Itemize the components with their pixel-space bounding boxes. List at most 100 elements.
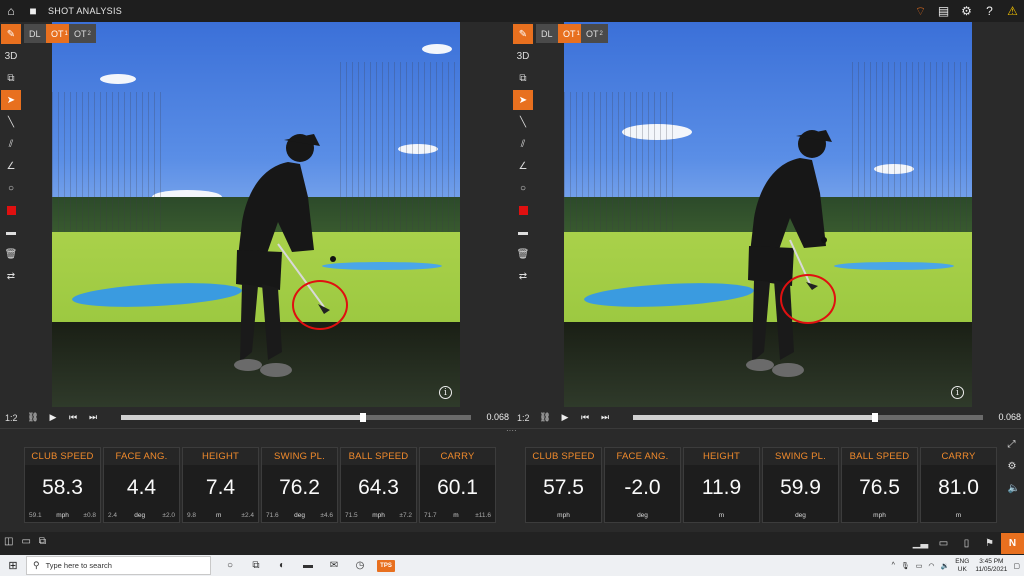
tab-ot2[interactable]: OT 2 <box>69 24 96 43</box>
angle-tool-icon[interactable]: ∠ <box>513 156 533 176</box>
monitor-icon[interactable]: ▭ <box>932 538 955 549</box>
file-explorer-icon[interactable]: ▬ <box>295 560 321 572</box>
metric-card[interactable]: CARRY 81.0 m <box>920 447 997 523</box>
wifi-icon[interactable]: ◠ <box>928 562 934 570</box>
line-tool-icon[interactable]: ╲ <box>513 112 533 132</box>
trash-icon[interactable]: 🗑 <box>1 244 21 264</box>
overlay-view-icon[interactable]: ⧉ <box>39 536 46 547</box>
system-clock[interactable]: 3:45 PM 11/05/2021 <box>975 558 1007 574</box>
parallel-lines-icon[interactable]: ⫽ <box>1 134 21 154</box>
user-badge-button[interactable]: N <box>1001 533 1024 554</box>
single-view-icon[interactable]: ▭ <box>21 536 30 547</box>
home-icon[interactable]: ⌂ <box>0 0 22 22</box>
speed-ratio[interactable]: 1:2 <box>517 413 535 423</box>
report-icon[interactable]: ▤ <box>932 0 955 22</box>
timeline-scrubber[interactable] <box>633 413 983 422</box>
frame-time: 0.068 <box>486 412 509 422</box>
metric-card[interactable]: CARRY 60.1 71.7 m ±11.6 <box>419 447 496 523</box>
warning-icon[interactable]: ⚠ <box>1001 0 1024 22</box>
color-picker-icon[interactable] <box>1 200 21 220</box>
split-view-icon[interactable]: ◫ <box>4 536 13 547</box>
angle-tool-icon[interactable]: ∠ <box>1 156 21 176</box>
step-forward-icon[interactable]: ⏭ <box>83 412 103 423</box>
metric-card[interactable]: BALL SPEED 76.5 mph <box>841 447 918 523</box>
video-frame-left[interactable]: i <box>52 22 460 407</box>
document-icon[interactable]: ▯ <box>955 538 978 549</box>
3d-toggle[interactable]: 3D <box>513 46 533 66</box>
settings-icon[interactable]: ⚙ <box>955 0 978 22</box>
settings-icon[interactable]: ⚙ <box>1008 461 1020 483</box>
step-back-icon[interactable]: ⏮ <box>63 412 83 423</box>
timeline-handle[interactable] <box>871 413 878 422</box>
step-forward-icon[interactable]: ⏭ <box>595 412 615 423</box>
edge-icon[interactable]: ◐ <box>269 560 295 572</box>
swap-icon[interactable]: ⇄ <box>513 266 533 286</box>
folder-icon[interactable]: ■ <box>22 0 44 22</box>
3d-toggle[interactable]: 3D <box>1 46 21 66</box>
circle-tool-icon[interactable]: ○ <box>1 178 21 198</box>
help-icon[interactable]: ? <box>978 0 1001 22</box>
step-back-icon[interactable]: ⏮ <box>575 412 595 423</box>
chevron-up-icon[interactable]: ^ <box>892 562 895 569</box>
chart-icon[interactable]: ▁▃ <box>909 538 932 549</box>
logo-icon[interactable]: ⌔ <box>909 0 932 22</box>
club-head-marker[interactable] <box>780 274 836 324</box>
battery-icon[interactable]: ▭ <box>916 562 923 570</box>
trash-icon[interactable]: 🗑 <box>513 244 533 264</box>
metric-card[interactable]: CLUB SPEED 57.5 mph <box>525 447 602 523</box>
metric-card[interactable]: FACE ANG. -2.0 deg <box>604 447 681 523</box>
metric-card[interactable]: SWING PL. 59.9 deg <box>762 447 839 523</box>
resize-grip-icon[interactable]: ···· <box>506 426 517 435</box>
expand-icon[interactable]: ⤢ <box>1008 439 1020 461</box>
pointer-icon[interactable]: ➤ <box>1 90 21 110</box>
swap-icon[interactable]: ⇄ <box>1 266 21 286</box>
circle-tool-icon[interactable]: ○ <box>513 178 533 198</box>
play-icon[interactable]: ▶ <box>555 412 575 423</box>
link-icon[interactable]: ⛓ <box>23 412 43 423</box>
microphone-icon[interactable]: 🎙 <box>901 562 910 570</box>
pencil-icon[interactable]: ✎ <box>513 24 533 44</box>
metric-card[interactable]: FACE ANG. 4.4 2.4 deg ±2.0 <box>103 447 180 523</box>
line-width-icon[interactable]: ▬ <box>513 222 533 242</box>
mail-icon[interactable]: ✉ <box>321 560 347 572</box>
speed-ratio[interactable]: 1:2 <box>5 413 23 423</box>
metric-card[interactable]: CLUB SPEED 58.3 59.1 mph ±0.8 <box>24 447 101 523</box>
info-icon[interactable]: i <box>951 386 964 399</box>
line-width-icon[interactable]: ▬ <box>1 222 21 242</box>
video-frame-right[interactable]: i <box>564 22 972 407</box>
metric-card[interactable]: HEIGHT 11.9 m <box>683 447 760 523</box>
color-picker-icon[interactable] <box>513 200 533 220</box>
cortana-icon[interactable]: ○ <box>217 560 243 572</box>
timeline-handle[interactable] <box>359 413 366 422</box>
metric-card[interactable]: SWING PL. 76.2 71.6 deg ±4.6 <box>261 447 338 523</box>
link-icon[interactable]: ⛓ <box>535 412 555 423</box>
metric-footer: 9.8 m ±2.4 <box>183 512 258 519</box>
tab-dl[interactable]: DL <box>536 24 558 43</box>
parallel-lines-icon[interactable]: ⫽ <box>513 134 533 154</box>
line-tool-icon[interactable]: ╲ <box>1 112 21 132</box>
flag-icon[interactable]: ⚑ <box>978 538 1001 549</box>
copy-icon[interactable]: ⧉ <box>513 68 533 88</box>
metric-card[interactable]: BALL SPEED 64.3 71.5 mph ±7.2 <box>340 447 417 523</box>
copy-icon[interactable]: ⧉ <box>1 68 21 88</box>
pointer-icon[interactable]: ➤ <box>513 90 533 110</box>
task-view-icon[interactable]: ⧉ <box>243 560 269 572</box>
language-indicator[interactable]: ENG UK <box>955 558 969 574</box>
metric-value: 81.0 <box>938 476 979 499</box>
club-head-marker[interactable] <box>292 280 348 330</box>
taskbar-search[interactable]: ⚲ Type here to search <box>26 556 211 575</box>
metric-card[interactable]: HEIGHT 7.4 9.8 m ±2.4 <box>182 447 259 523</box>
timeline-scrubber[interactable] <box>121 413 471 422</box>
pencil-icon[interactable]: ✎ <box>1 24 21 44</box>
info-icon[interactable]: i <box>439 386 452 399</box>
tab-ot2[interactable]: OT 2 <box>581 24 608 43</box>
tab-dl[interactable]: DL <box>24 24 46 43</box>
clock-app-icon[interactable]: ◷ <box>347 560 373 572</box>
speaker-icon[interactable]: 🔉 <box>941 562 950 570</box>
volume-icon[interactable]: 🔈 <box>1008 483 1020 505</box>
pane-gutter <box>534 22 564 407</box>
tps-app-icon[interactable]: TPS <box>377 559 395 572</box>
notifications-icon[interactable]: ▢ <box>1013 562 1020 570</box>
play-icon[interactable]: ▶ <box>43 412 63 423</box>
windows-start-icon[interactable]: ⊞ <box>0 559 26 572</box>
